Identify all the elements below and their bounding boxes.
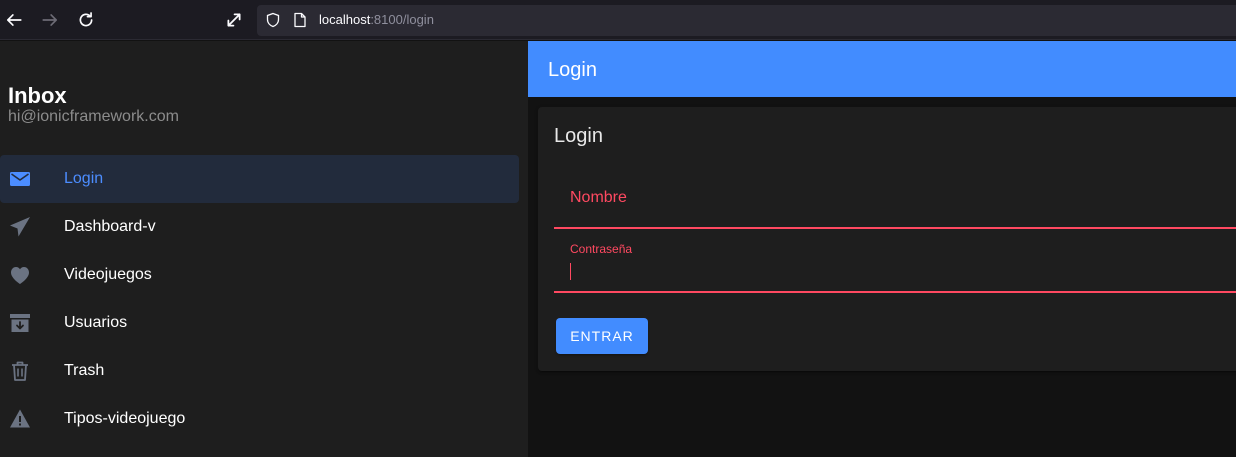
menu-item-label: Trash (64, 362, 105, 379)
menu-item-login[interactable]: Login (0, 155, 519, 203)
url-host: localhost (319, 12, 371, 27)
nombre-input[interactable]: Nombre (554, 173, 1236, 229)
arrow-left-icon (6, 14, 22, 26)
address-bar[interactable]: localhost:8100/login (257, 5, 1236, 36)
side-menu: Inbox hi@ionicframework.com Login Dashbo… (0, 41, 528, 457)
main-content: Login Login Nombre Contraseña ENTRAR (528, 41, 1236, 457)
shield-icon[interactable] (265, 12, 281, 28)
trash-icon (8, 359, 32, 383)
menu-item-label: Dashboard-v (64, 218, 156, 235)
url-text[interactable]: localhost:8100/login (319, 12, 434, 28)
menu-item-trash[interactable]: Trash (0, 347, 519, 395)
password-label: Contraseña (570, 242, 633, 256)
menu-item-label: Videojuegos (64, 266, 152, 283)
header-toolbar: Login (528, 41, 1236, 97)
menu-note: hi@ionicframework.com (8, 108, 179, 125)
page-title: Login (548, 59, 597, 81)
arrow-right-icon (42, 14, 58, 26)
forward-button[interactable] (38, 8, 62, 32)
warning-icon (8, 407, 32, 431)
reload-icon (79, 12, 93, 27)
mail-icon (8, 167, 32, 191)
url-path: :8100/login (370, 12, 434, 27)
paper-plane-icon (8, 215, 32, 239)
password-input[interactable]: Contraseña (554, 233, 1236, 293)
menu-item-videojuegos[interactable]: Videojuegos (0, 251, 519, 299)
entrar-button[interactable]: ENTRAR (556, 318, 648, 354)
page-icon[interactable] (293, 12, 307, 28)
reload-button[interactable] (74, 8, 98, 32)
nombre-placeholder: Nombre (570, 189, 627, 206)
text-caret (570, 263, 571, 280)
login-card: Login Nombre Contraseña ENTRAR (538, 107, 1236, 371)
menu-item-usuarios[interactable]: Usuarios (0, 299, 519, 347)
menu-title: Inbox (8, 83, 67, 108)
fullscreen-button[interactable] (222, 8, 246, 32)
archive-icon (8, 311, 32, 335)
menu-item-dashboard[interactable]: Dashboard-v (0, 203, 519, 251)
browser-toolbar: localhost:8100/login (0, 0, 1236, 40)
heart-icon (8, 263, 32, 287)
menu-item-label: Login (64, 170, 104, 187)
menu-item-label: Tipos-videojuego (64, 410, 186, 427)
back-button[interactable] (2, 8, 26, 32)
menu-item-tipos-videojuego[interactable]: Tipos-videojuego (0, 395, 519, 443)
menu-item-label: Usuarios (64, 314, 128, 331)
card-title: Login (554, 125, 603, 147)
expand-icon (227, 13, 241, 27)
